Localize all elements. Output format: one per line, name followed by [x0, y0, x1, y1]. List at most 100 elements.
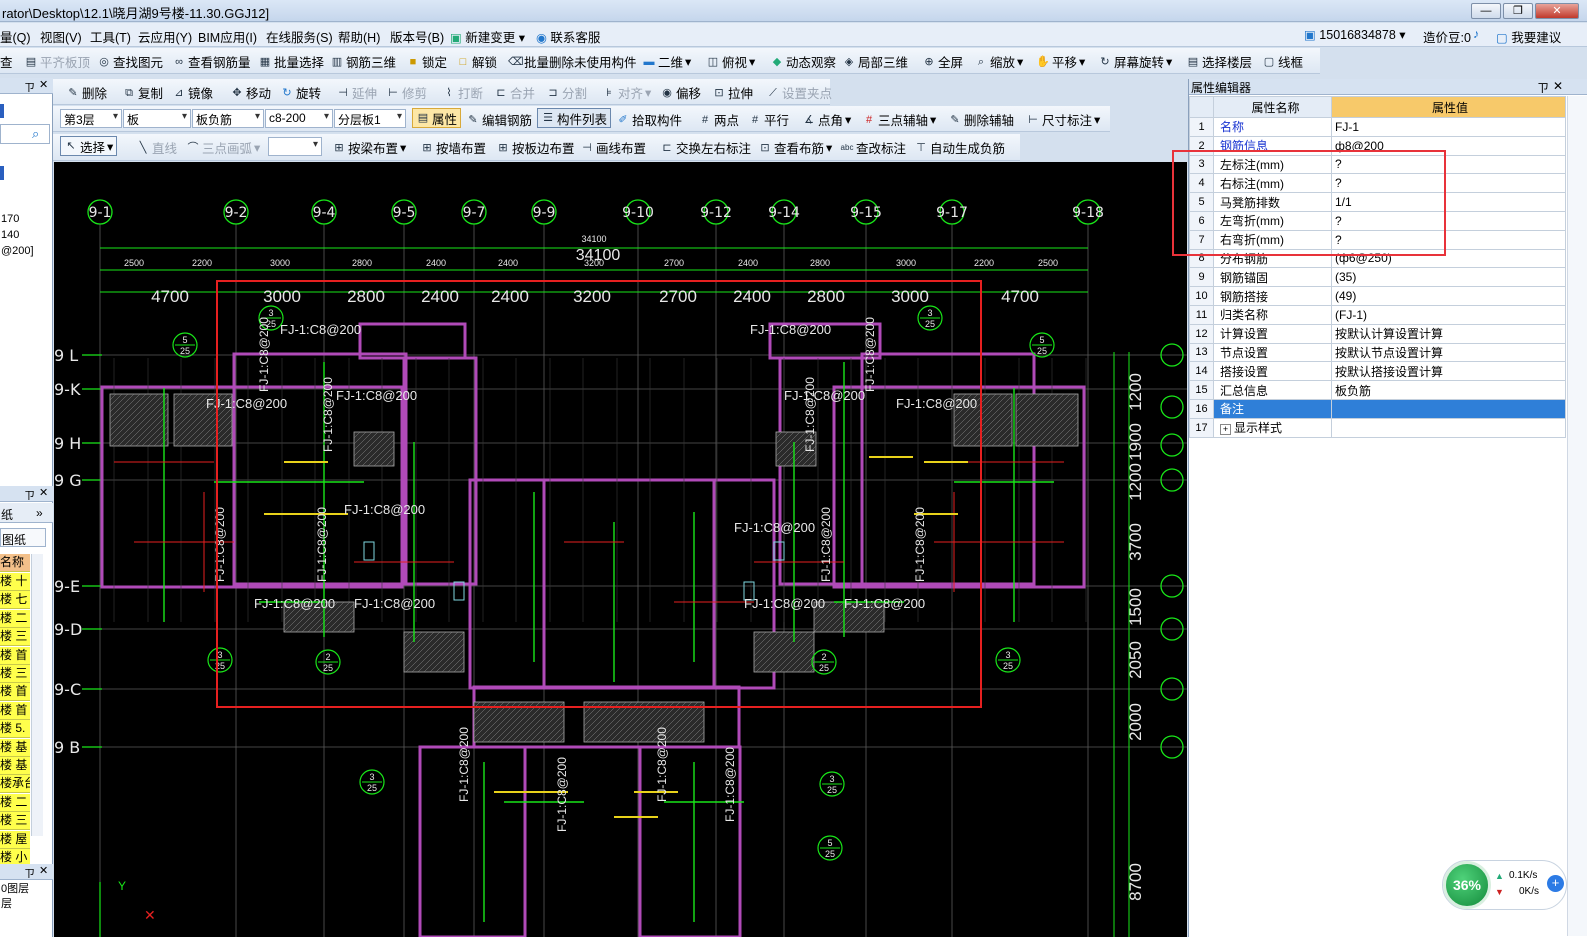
tool-move[interactable]: ✥ 移动: [230, 83, 271, 102]
tool-view-rebar[interactable]: ∞ 查看钢筋量: [172, 52, 250, 71]
property-row[interactable]: 9 钢筋锚固 (35): [1189, 267, 1566, 288]
close-icon[interactable]: ✕: [39, 864, 48, 877]
property-value[interactable]: 按默认节点设置计算: [1331, 342, 1566, 363]
menu-bim[interactable]: BIM应用(I): [198, 27, 257, 46]
property-row[interactable]: 15 汇总信息 板负筋: [1189, 380, 1566, 400]
tool-align[interactable]: ⊧ 对齐 ▾: [602, 83, 651, 102]
tool-split[interactable]: ⊐ 分割: [546, 83, 587, 102]
close-icon[interactable]: ✕: [39, 486, 48, 499]
tool-three-point-aux[interactable]: # 三点辅轴 ▾: [862, 110, 936, 129]
tool-view-layout[interactable]: ⊡ 查看布筋 ▾: [758, 138, 832, 157]
property-row[interactable]: 16 备注: [1189, 398, 1566, 419]
tool-component-list[interactable]: ☰ 构件列表: [537, 108, 612, 128]
tool-local-3d[interactable]: ◈ 局部三维: [842, 52, 908, 71]
menu-version[interactable]: 版本号(B): [390, 27, 444, 46]
search-icon[interactable]: ⌕: [32, 126, 39, 142]
menu-help[interactable]: 帮助(H): [338, 27, 380, 46]
property-value[interactable]: 按默认搭接设置计算: [1331, 361, 1566, 382]
drawing-list-item[interactable]: 楼 二: [0, 609, 30, 628]
property-value[interactable]: 按默认计算设置计算: [1331, 323, 1566, 344]
tool-two-point[interactable]: # 两点: [698, 110, 739, 129]
tool-line[interactable]: ╲ 直线: [136, 138, 177, 157]
layer-item-2[interactable]: 层: [1, 895, 12, 911]
drawing-canvas[interactable]: 9-1 9-2 9-4 9-5 9-7 9-9 9-10 9-12 9-14 9-15 9-17 9-…: [54, 162, 1187, 937]
drawing-list-item[interactable]: 楼 基: [0, 757, 30, 775]
tool-rebar-3d[interactable]: ▥ 钢筋三维: [330, 52, 396, 71]
tool-swap-label[interactable]: ⊏ 交换左右标注: [660, 138, 751, 157]
tool-select[interactable]: ↖ 选择 ▾: [60, 136, 118, 156]
menu-cloud[interactable]: 云应用(Y): [138, 27, 192, 46]
menu-new-change[interactable]: ▣ 新建变更 ▾: [450, 27, 525, 46]
close-icon[interactable]: ✕: [1553, 79, 1563, 93]
scrollbar[interactable]: [31, 554, 43, 836]
tool-edit-label[interactable]: abc 查改标注: [840, 138, 906, 157]
draw-mode-select[interactable]: [268, 137, 322, 156]
expand-icon[interactable]: +: [1220, 424, 1231, 436]
bell-icon[interactable]: ♪: [1473, 27, 1479, 41]
tool-delete[interactable]: ✎ 删除: [66, 83, 107, 102]
tool-rotate[interactable]: ↻ 旋转: [280, 83, 321, 102]
menu-online[interactable]: 在线服务(S): [266, 27, 333, 46]
tool-by-beam[interactable]: ⊞ 按梁布置 ▾: [332, 138, 406, 157]
drawing-tab[interactable]: 图纸: [0, 528, 46, 547]
property-row[interactable]: 13 节点设置 按默认节点设置计算: [1189, 342, 1566, 363]
suggest-button[interactable]: ▢ 我要建议: [1496, 27, 1561, 46]
close-icon[interactable]: ✕: [39, 78, 48, 91]
property-value[interactable]: [1331, 398, 1566, 419]
tool-delete-aux[interactable]: ✎ 删除辅轴: [948, 110, 1014, 129]
tool-auto-generate[interactable]: ⊤ 自动生成负筋: [914, 138, 1005, 157]
tool-draw-line[interactable]: ⊣ 画线布置: [580, 138, 646, 157]
menu-tools[interactable]: 工具(T): [90, 27, 131, 46]
tool-point-angle[interactable]: ∡ 点角 ▾: [802, 110, 851, 129]
drawing-list-item[interactable]: 楼 首: [0, 683, 30, 702]
tool-dimension[interactable]: ⊢ 尺寸标注 ▾: [1026, 110, 1100, 129]
tool-lock[interactable]: ■ 锁定: [406, 52, 447, 71]
tool-pick[interactable]: ✐ 拾取构件: [616, 110, 682, 129]
tool-align-slab[interactable]: ▤ 平齐板顶: [24, 52, 90, 71]
tool-break[interactable]: ⌇ 打断: [442, 83, 483, 102]
drawing-list-item[interactable]: 楼 5.: [0, 720, 30, 739]
layer-select[interactable]: 分层板1: [334, 109, 406, 128]
tool-offset[interactable]: ◉ 偏移: [660, 83, 701, 102]
drawing-list-item[interactable]: 楼 三: [0, 665, 30, 683]
property-value[interactable]: (FJ-1): [1331, 304, 1566, 325]
menu-quantity[interactable]: 量(Q): [0, 27, 31, 46]
property-row[interactable]: 14 搭接设置 按默认搭接设置计算: [1189, 361, 1566, 382]
cad-drawing[interactable]: 9-1 9-2 9-4 9-5 9-7 9-9 9-10 9-12 9-14 9-15 9-17 9-…: [54, 162, 1187, 937]
tool-zoom[interactable]: ⌕ 缩放 ▾: [974, 52, 1023, 71]
drawing-list-item[interactable]: 楼 七: [0, 591, 30, 610]
tool-extend[interactable]: ⊣ 延伸: [336, 83, 377, 102]
drawing-list-item[interactable]: 楼 十: [0, 573, 30, 591]
tool-mirror[interactable]: ⊿ 镜像: [172, 83, 213, 102]
menu-view[interactable]: 视图(V): [40, 27, 82, 46]
tool-copy[interactable]: ⧉ 复制: [122, 83, 163, 102]
tool-grip[interactable]: ⟋ 设置夹点: [766, 83, 832, 102]
property-value[interactable]: [1331, 417, 1566, 438]
tool-fullscreen[interactable]: ⊕ 全屏: [922, 52, 963, 71]
tool-arc[interactable]: ⌒ 三点画弧 ▾: [186, 138, 261, 157]
tool-rotate-screen[interactable]: ↻ 屏幕旋转 ▾: [1098, 52, 1172, 71]
tool-check[interactable]: 查: [0, 52, 13, 71]
tool-2d[interactable]: ▬ 二维 ▾: [642, 52, 692, 71]
tool-wireframe[interactable]: ▢ 线框: [1262, 52, 1303, 71]
search-input[interactable]: [0, 124, 50, 144]
plus-icon[interactable]: +: [1547, 875, 1564, 892]
tool-stretch[interactable]: ⊡ 拉伸: [712, 83, 753, 102]
property-value[interactable]: FJ-1: [1331, 117, 1566, 137]
tool-parallel[interactable]: # 平行: [748, 110, 789, 129]
drawing-list-item[interactable]: 楼承台: [0, 775, 30, 794]
tool-find[interactable]: ◎ 查找图元: [97, 52, 163, 71]
property-value[interactable]: 板负筋: [1331, 380, 1566, 400]
property-row[interactable]: 17 + 显示样式: [1189, 417, 1566, 438]
menu-support[interactable]: ◉ 联系客服: [536, 27, 600, 46]
property-row[interactable]: 1 名称 FJ-1: [1189, 117, 1566, 137]
drawing-list-item[interactable]: 楼 屋: [0, 830, 30, 849]
drawing-list-item[interactable]: 楼 三: [0, 812, 30, 831]
property-row[interactable]: 10 钢筋搭接 (49): [1189, 286, 1566, 306]
minimize-button[interactable]: —: [1471, 3, 1501, 19]
restore-button[interactable]: ❐: [1503, 3, 1533, 19]
tool-batch-delete[interactable]: ⌫ 批量删除未使用构件: [508, 52, 637, 71]
close-button[interactable]: ✕: [1535, 3, 1579, 19]
tool-orbit[interactable]: ◆ 动态观察: [770, 52, 836, 71]
property-row[interactable]: 12 计算设置 按默认计算设置计算: [1189, 323, 1566, 344]
